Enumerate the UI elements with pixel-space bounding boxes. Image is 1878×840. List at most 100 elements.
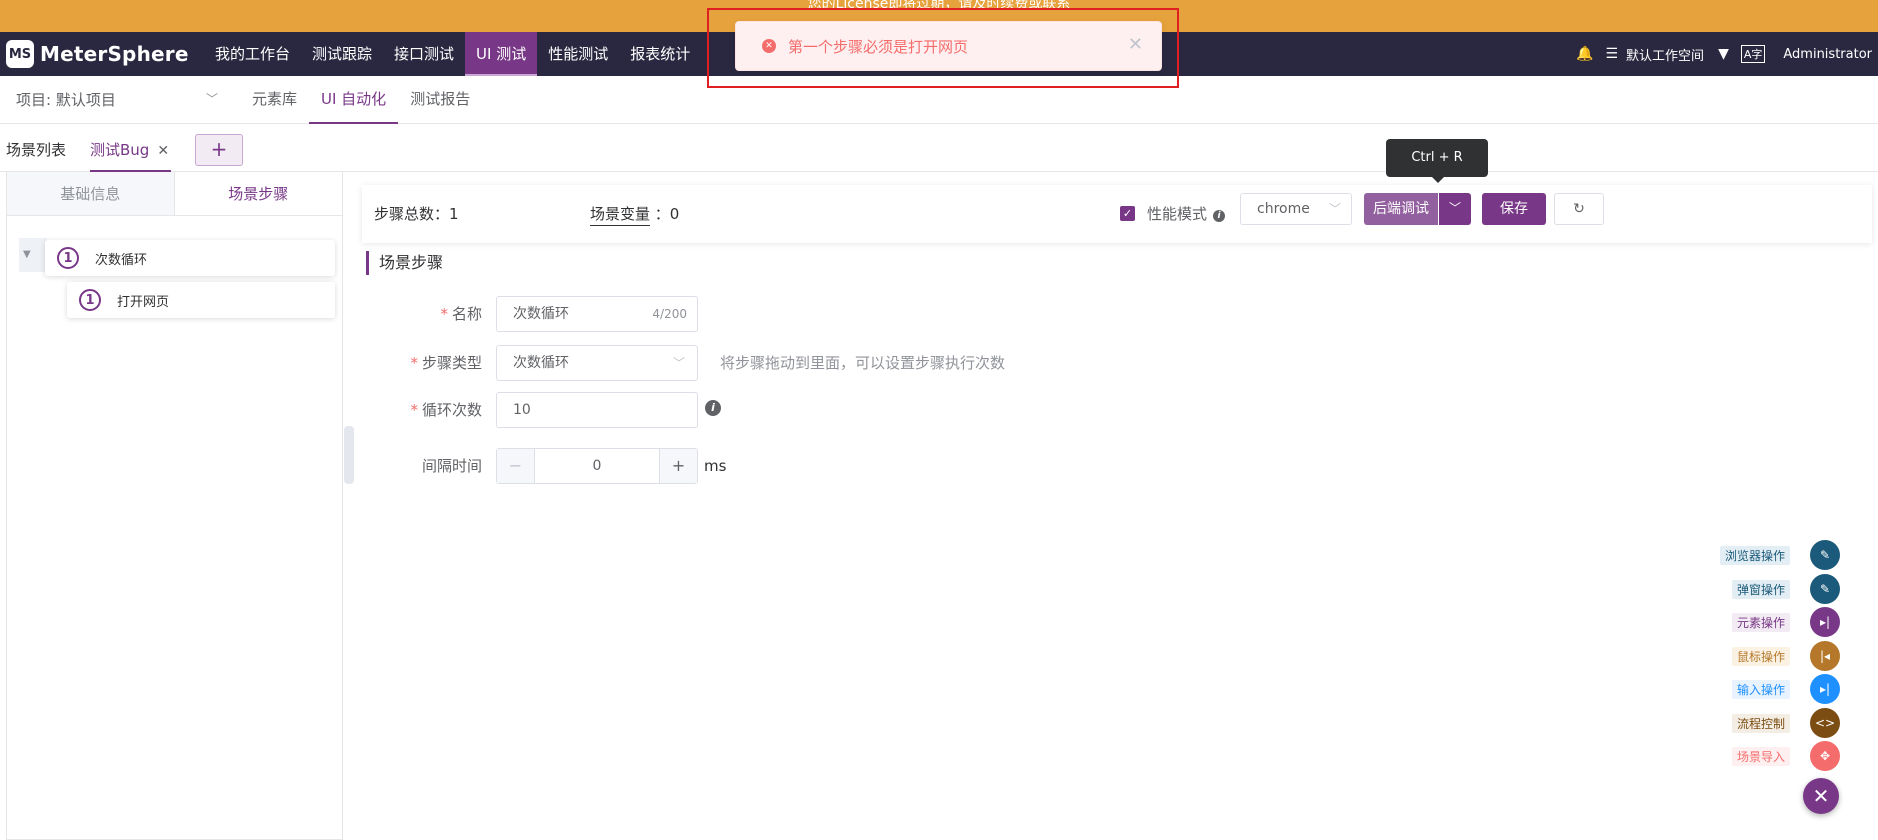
shortcut-tooltip: Ctrl + R — [1386, 139, 1488, 183]
name-label: * 名称 — [440, 305, 482, 323]
chevron-down-icon[interactable]: ﹀ — [206, 90, 218, 107]
app-name: MeterSphere — [40, 42, 189, 66]
tab-scenario-list[interactable]: 场景列表 — [6, 124, 66, 176]
section-title: 场景步骤 — [366, 251, 443, 275]
fab-close-button[interactable]: ✕ — [1803, 778, 1839, 814]
chevron-down-icon: ﹀ — [672, 356, 685, 370]
skip-forward-icon[interactable]: ▸| — [1810, 607, 1840, 637]
fab-mouse-operation[interactable]: 鼠标操作 |◂ — [1731, 641, 1840, 671]
increment-button[interactable]: + — [659, 449, 697, 483]
info-icon[interactable]: i — [705, 400, 721, 416]
debug-dropdown-button[interactable]: ﹀ — [1439, 193, 1471, 225]
loop-count-input[interactable]: 10 — [496, 392, 698, 428]
skip-back-icon[interactable]: |◂ — [1810, 641, 1840, 671]
menu-report[interactable]: 报表统计 — [619, 32, 701, 76]
language-icon[interactable]: A字 — [1740, 45, 1766, 63]
top-right-tools: 🔔 ☰ 默认工作空间 ▼ A字 Administrator — [1570, 32, 1878, 76]
refresh-button[interactable]: ↻ — [1554, 193, 1604, 225]
fab-label: 场景导入 — [1731, 746, 1790, 766]
code-icon[interactable]: <> — [1810, 708, 1840, 738]
scene-variables-count: ：0 — [654, 205, 680, 223]
main-menu: 我的工作台 测试跟踪 接口测试 UI 测试 性能测试 报表统计 — [204, 32, 701, 76]
import-icon[interactable]: ✥ — [1810, 741, 1840, 771]
fab-label: 鼠标操作 — [1731, 646, 1790, 666]
tab-current-scenario[interactable]: 测试Bug ✕ — [90, 124, 172, 172]
chevron-down-icon: ﹀ — [1328, 202, 1341, 216]
loop-count-label: * 循环次数 — [410, 401, 482, 419]
name-input[interactable]: 次数循环 4/200 — [496, 296, 698, 332]
interval-stepper: − 0 + — [496, 448, 698, 484]
add-tab-button[interactable]: + — [195, 134, 243, 166]
name-value: 次数循环 — [513, 306, 569, 322]
sub-tabs: 元素库 UI 自动化 测试报告 — [240, 76, 482, 124]
interval-label: 间隔时间 — [421, 457, 482, 475]
perf-mode-label: 性能模式 — [1147, 205, 1208, 223]
tree-node-open-page[interactable]: 1 打开网页 — [67, 282, 335, 318]
scenario-info-bar: 步骤总数：1 场景变量 ：0 ✓ 性能模式 i chrome ﹀ 后端调试 ﹀ 保存… — [362, 185, 1872, 243]
skip-forward-icon[interactable]: ▸| — [1810, 674, 1840, 704]
menu-api-test[interactable]: 接口测试 — [383, 32, 465, 76]
tab-scenario-steps[interactable]: 场景步骤 — [174, 172, 342, 215]
workspace-selector[interactable]: 默认工作空间 — [1626, 45, 1704, 64]
decrement-button[interactable]: − — [497, 449, 535, 483]
fab-label: 流程控制 — [1731, 713, 1790, 733]
caret-down-icon[interactable]: ▼ — [1718, 46, 1729, 62]
fab-flow-control[interactable]: 流程控制 <> — [1731, 708, 1840, 738]
project-selector[interactable]: 项目: 默认项目 — [16, 76, 116, 124]
caret-down-icon[interactable]: ▼ — [23, 249, 31, 260]
step-number: 1 — [57, 247, 79, 269]
perf-mode-checkbox[interactable]: ✓ — [1120, 206, 1135, 221]
scenario-tabs: 场景列表 测试Bug ✕ + — [0, 124, 1878, 172]
close-icon[interactable]: ✕ — [157, 143, 169, 159]
pencil-icon[interactable]: ✎ — [1810, 574, 1840, 604]
menu-ui-test[interactable]: UI 测试 — [465, 32, 538, 76]
fab-label: 弹窗操作 — [1731, 579, 1790, 599]
interval-value[interactable]: 0 — [535, 449, 659, 483]
step-number: 1 — [79, 289, 101, 311]
name-char-count: 4/200 — [652, 307, 687, 321]
panel-splitter[interactable] — [344, 426, 354, 484]
browser-value: chrome — [1257, 201, 1310, 217]
step-type-hint: 将步骤拖动到里面，可以设置步骤执行次数 — [720, 354, 1006, 372]
logo-mark: MS — [6, 40, 34, 68]
tab-basic-info[interactable]: 基础信息 — [7, 172, 175, 215]
app-logo[interactable]: MS MeterSphere — [6, 38, 189, 70]
scene-variables[interactable]: 场景变量 ：0 — [590, 185, 679, 243]
pencil-icon[interactable]: ✎ — [1810, 540, 1840, 570]
fab-dialog-operation[interactable]: 弹窗操作 ✎ — [1731, 574, 1840, 604]
menu-workbench[interactable]: 我的工作台 — [204, 32, 301, 76]
scene-variables-link[interactable]: 场景变量 — [590, 205, 651, 226]
refresh-icon: ↻ — [1573, 201, 1585, 217]
browser-select[interactable]: chrome ﹀ — [1240, 193, 1352, 225]
step-type-select[interactable]: 次数循环 ﹀ — [496, 345, 698, 381]
steps-total: 步骤总数：1 — [374, 205, 459, 223]
fab-scenario-import[interactable]: 场景导入 ✥ — [1731, 741, 1840, 771]
save-button[interactable]: 保存 — [1482, 193, 1546, 225]
tree-node-label: 次数循环 — [95, 252, 148, 268]
debug-button[interactable]: 后端调试 — [1364, 193, 1438, 225]
fab-input-operation[interactable]: 输入操作 ▸| — [1731, 674, 1840, 704]
loop-count-value: 10 — [513, 402, 531, 418]
left-panel: 基础信息 场景步骤 ▼ 1 次数循环 1 打开网页 — [6, 172, 343, 840]
interval-unit: ms — [704, 457, 727, 475]
bell-icon[interactable]: 🔔 — [1576, 46, 1593, 62]
fab-label: 元素操作 — [1731, 612, 1790, 632]
step-type-value: 次数循环 — [513, 355, 569, 371]
tab-current-label: 测试Bug — [90, 141, 150, 159]
fab-element-operation[interactable]: 元素操作 ▸| — [1731, 607, 1840, 637]
step-type-label: * 步骤类型 — [410, 354, 482, 372]
tree-node-loop[interactable]: 1 次数循环 — [45, 240, 335, 276]
fab-browser-operation[interactable]: 浏览器操作 ✎ — [1719, 540, 1840, 570]
user-menu[interactable]: Administrator — [1783, 47, 1872, 62]
menu-test-track[interactable]: 测试跟踪 — [301, 32, 383, 76]
info-icon[interactable]: i — [1213, 210, 1226, 222]
tab-test-report[interactable]: 测试报告 — [398, 76, 482, 124]
tree-node-label: 打开网页 — [117, 294, 170, 310]
menu-performance-test[interactable]: 性能测试 — [537, 32, 619, 76]
task-list-icon[interactable]: ☰ — [1605, 46, 1618, 62]
highlight-box — [707, 8, 1179, 88]
perf-mode: 性能模式 i — [1147, 185, 1226, 243]
tab-element-library[interactable]: 元素库 — [240, 76, 309, 124]
fab-label: 输入操作 — [1731, 679, 1790, 699]
tab-ui-automation[interactable]: UI 自动化 — [309, 76, 399, 124]
